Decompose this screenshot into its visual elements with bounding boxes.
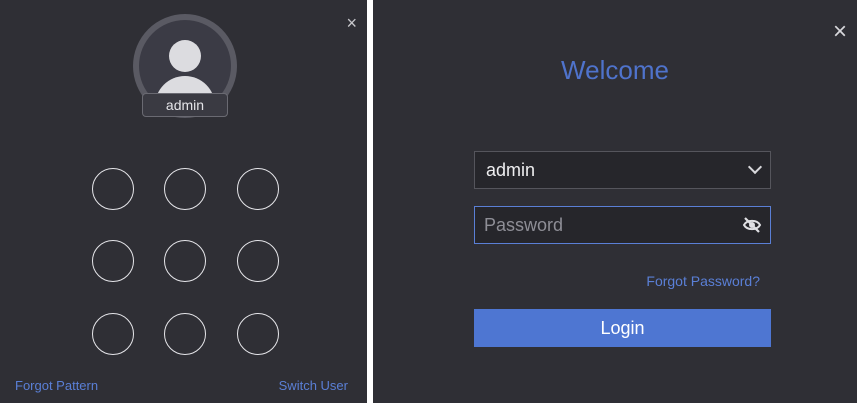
pattern-dot-4[interactable] bbox=[92, 240, 134, 282]
pattern-dot-6[interactable] bbox=[237, 240, 279, 282]
password-login-panel: × Welcome admin Forgot Password? Login bbox=[373, 0, 857, 403]
close-icon[interactable]: × bbox=[833, 20, 847, 44]
pattern-dot-2[interactable] bbox=[164, 168, 206, 210]
password-input[interactable] bbox=[484, 207, 734, 243]
screenshot-root: × admin Forgot Pattern Switch User × Wel… bbox=[0, 0, 857, 403]
username-select[interactable]: admin bbox=[474, 151, 771, 189]
switch-user-link[interactable]: Switch User bbox=[279, 378, 348, 393]
pattern-dot-5[interactable] bbox=[164, 240, 206, 282]
forgot-password-link[interactable]: Forgot Password? bbox=[646, 273, 760, 289]
pattern-dot-3[interactable] bbox=[237, 168, 279, 210]
pattern-dot-9[interactable] bbox=[237, 313, 279, 355]
login-button[interactable]: Login bbox=[474, 309, 771, 347]
chevron-down-icon[interactable] bbox=[747, 159, 763, 175]
pattern-login-panel: × admin Forgot Pattern Switch User bbox=[0, 0, 367, 403]
pattern-dot-8[interactable] bbox=[164, 313, 206, 355]
pattern-grid[interactable] bbox=[0, 0, 367, 403]
forgot-pattern-link[interactable]: Forgot Pattern bbox=[15, 378, 98, 393]
pattern-dot-1[interactable] bbox=[92, 168, 134, 210]
welcome-title: Welcome bbox=[561, 55, 669, 85]
pattern-dot-7[interactable] bbox=[92, 313, 134, 355]
username-value: admin bbox=[486, 160, 536, 180]
password-field[interactable] bbox=[474, 206, 771, 244]
eye-off-icon[interactable] bbox=[742, 216, 762, 234]
